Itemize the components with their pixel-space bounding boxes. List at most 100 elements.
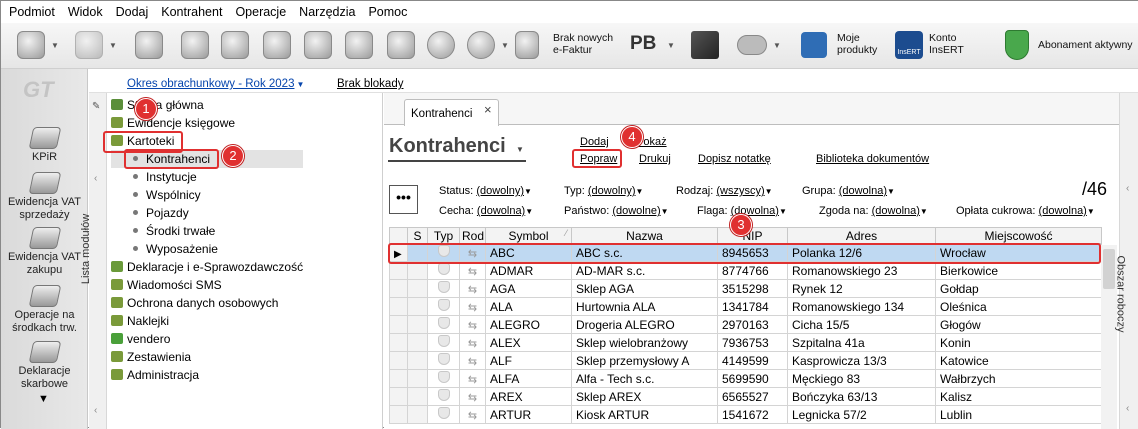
filter-zgoda[interactable]: Zgoda na: (dowolna)▼ bbox=[819, 205, 928, 217]
column-header-adres[interactable]: Adres bbox=[787, 227, 936, 244]
filter-rodzaj[interactable]: Rodzaj: (wszyscy)▼ bbox=[676, 185, 773, 197]
period-selector[interactable]: Okres obrachunkowy - Rok 2023 ▼ bbox=[127, 78, 304, 90]
pin-icon[interactable]: ✎ bbox=[92, 101, 100, 112]
cell-adres: Męckiego 83 bbox=[787, 369, 936, 388]
title-dropdown-icon[interactable]: ▼ bbox=[516, 145, 524, 154]
box-icon[interactable] bbox=[691, 31, 719, 59]
menu-podmiot[interactable]: Podmiot bbox=[9, 5, 55, 19]
tree-item[interactable]: Wiadomości SMS bbox=[111, 276, 303, 294]
table-row[interactable]: ⇆ ALEX Sklep wielobranżowy 7936753 Szpitalna… bbox=[389, 333, 1102, 352]
table-row[interactable]: ⇆ AREX Sklep AREX 6565527 Bończyka 63/13 Kali… bbox=[389, 387, 1102, 406]
table-row[interactable]: ⇆ ADMAR AD-MAR s.c. 8774766 Romanowskiego 23… bbox=[389, 261, 1102, 280]
nav-vat-zakupu[interactable]: Ewidencja VAT zakupu bbox=[1, 227, 88, 277]
page-title[interactable]: Kontrahenci bbox=[389, 135, 506, 158]
workspace-panel-strip[interactable]: ‹ Obszar roboczy ‹ bbox=[1115, 93, 1138, 429]
globe-icon[interactable] bbox=[427, 31, 455, 59]
column-header-nazwa[interactable]: Nazwa bbox=[571, 227, 718, 244]
help-dropdown-icon[interactable]: ▼ bbox=[501, 41, 509, 50]
forward-dropdown-icon[interactable]: ▼ bbox=[109, 41, 117, 50]
scrollbar-thumb[interactable] bbox=[1103, 249, 1115, 289]
tab-kontrahenci[interactable]: Kontrahenci × bbox=[404, 99, 499, 126]
more-options-button[interactable]: ••• bbox=[389, 185, 418, 214]
cloud-icon[interactable] bbox=[737, 35, 767, 55]
filter-oplata[interactable]: Opłata cukrowa: (dowolna)▼ bbox=[956, 205, 1095, 217]
nav-vat-sprzedazy[interactable]: Ewidencja VAT sprzedaży bbox=[1, 172, 88, 222]
products-icon[interactable] bbox=[801, 32, 827, 58]
cell-typ bbox=[427, 369, 460, 388]
menu-dodaj[interactable]: Dodaj bbox=[116, 5, 149, 19]
filter-status[interactable]: Status: (dowolny)▼ bbox=[439, 185, 532, 197]
filter-panstwo[interactable]: Państwo: (dowolne)▼ bbox=[564, 205, 669, 217]
tree-item[interactable]: Naklejki bbox=[111, 312, 303, 330]
cell-symbol: ALA bbox=[485, 297, 572, 316]
tree-item[interactable]: Pojazdy bbox=[111, 204, 303, 222]
tree-item[interactable]: Zestawienia bbox=[111, 348, 303, 366]
nav-srodki-trwale[interactable]: Operacje na środkach trw. bbox=[1, 285, 88, 335]
tree-item[interactable]: Deklaracje i e-Sprawozdawczość bbox=[111, 258, 303, 276]
tree-item[interactable]: Wspólnicy bbox=[111, 186, 303, 204]
table-row[interactable]: ⇆ ARTUR Kiosk ARTUR 1541672 Legnicka 57/2 Lub… bbox=[389, 405, 1102, 424]
transfer-icon[interactable] bbox=[345, 31, 373, 59]
tree-item[interactable]: Instytucje bbox=[111, 168, 303, 186]
pb-logo[interactable]: PB bbox=[630, 33, 656, 55]
menu-narzedzia[interactable]: Narzędzia bbox=[299, 5, 355, 19]
close-tab-icon[interactable]: × bbox=[484, 102, 492, 117]
back-dropdown-icon[interactable]: ▼ bbox=[51, 41, 59, 50]
menu-operacje[interactable]: Operacje bbox=[235, 5, 286, 19]
tree-item[interactable]: Administracja bbox=[111, 366, 303, 384]
table-row[interactable]: ⇆ ALFA Alfa - Tech s.c. 5699590 Męckiego 83 W… bbox=[389, 369, 1102, 388]
collapse-left-icon[interactable]: ‹ bbox=[94, 173, 97, 184]
moje-produkty-button[interactable]: Moje produkty bbox=[837, 32, 877, 56]
abonament-status[interactable]: Abonament aktywny bbox=[1038, 39, 1133, 51]
efaktur-status[interactable]: Brak nowych e-Faktur bbox=[553, 32, 613, 56]
table-row[interactable]: ⇆ AGA Sklep AGA 3515298 Rynek 12 Gołdap bbox=[389, 279, 1102, 298]
menu-widok[interactable]: Widok bbox=[68, 5, 103, 19]
drukuj-link[interactable]: Drukuj bbox=[639, 153, 671, 165]
collapse-right-icon[interactable]: ‹ bbox=[1126, 183, 1129, 194]
back-icon[interactable] bbox=[17, 31, 45, 59]
filter-grupa[interactable]: Grupa: (dowolna)▼ bbox=[802, 185, 895, 197]
tree-item[interactable]: Środki trwałe bbox=[111, 222, 303, 240]
attach-icon[interactable] bbox=[263, 31, 291, 59]
column-header-rod[interactable]: Rod bbox=[459, 227, 486, 244]
biblioteka-link[interactable]: Biblioteka dokumentów bbox=[816, 153, 929, 165]
cloud-dropdown-icon[interactable]: ▼ bbox=[773, 41, 781, 50]
column-header-symbol[interactable]: Symbol ⁄ bbox=[485, 227, 572, 244]
stamp-icon[interactable] bbox=[135, 31, 163, 59]
nav-deklaracje[interactable]: Deklaracje skarbowe bbox=[1, 341, 88, 391]
forward-icon[interactable] bbox=[75, 31, 103, 59]
help-icon[interactable] bbox=[467, 31, 495, 59]
print-icon[interactable] bbox=[304, 31, 332, 59]
column-header-s[interactable]: S bbox=[407, 227, 428, 244]
table-row[interactable]: ⇆ ALA Hurtownia ALA 1341784 Romanowskiego 13… bbox=[389, 297, 1102, 316]
insert-account-icon[interactable]: InsERT bbox=[895, 31, 923, 59]
filter-typ[interactable]: Typ: (dowolny)▼ bbox=[564, 185, 643, 197]
ksef-icon[interactable] bbox=[515, 31, 539, 59]
tree-item[interactable]: Wyposażenie bbox=[111, 240, 303, 258]
scroll-down-icon[interactable]: ▼ bbox=[38, 393, 49, 405]
column-header-miejscowosc[interactable]: Miejscowość bbox=[935, 227, 1102, 244]
pb-dropdown-icon[interactable]: ▼ bbox=[667, 41, 675, 50]
import-icon[interactable] bbox=[387, 31, 415, 59]
edit-document-icon[interactable] bbox=[221, 31, 249, 59]
menu-kontrahent[interactable]: Kontrahent bbox=[161, 5, 222, 19]
cell-nip: 6565527 bbox=[717, 387, 788, 406]
tree-item[interactable]: Ochrona danych osobowych bbox=[111, 294, 303, 312]
column-header-typ[interactable]: Typ bbox=[427, 227, 460, 244]
filter-value: (dowolna) bbox=[1038, 205, 1087, 217]
tree-item[interactable]: vendero bbox=[111, 330, 303, 348]
eraser-icon[interactable] bbox=[181, 31, 209, 59]
blokady-link[interactable]: Brak blokady bbox=[337, 78, 403, 90]
column-header-nip[interactable]: NIP bbox=[717, 227, 788, 244]
collapse-right-icon-bottom[interactable]: ‹ bbox=[1126, 403, 1129, 414]
filter-cecha[interactable]: Cecha: (dowolna)▼ bbox=[439, 205, 533, 217]
konto-insert-button[interactable]: Konto InsERT bbox=[929, 32, 964, 56]
menu-pomoc[interactable]: Pomoc bbox=[368, 5, 407, 19]
dopisz-notatke-link[interactable]: Dopisz notatkę bbox=[698, 153, 771, 165]
collapse-left-icon-bottom[interactable]: ‹ bbox=[94, 405, 97, 416]
shield-check-icon[interactable] bbox=[1005, 30, 1029, 60]
nav-kpir[interactable]: KPiR bbox=[1, 127, 88, 164]
table-row[interactable]: ⇆ ALF Sklep przemysłowy A 4149599 Kasprowicz… bbox=[389, 351, 1102, 370]
dodaj-link[interactable]: Dodaj bbox=[580, 136, 609, 148]
table-row[interactable]: ⇆ ALEGRO Drogeria ALEGRO 2970163 Cicha 15/5 G… bbox=[389, 315, 1102, 334]
